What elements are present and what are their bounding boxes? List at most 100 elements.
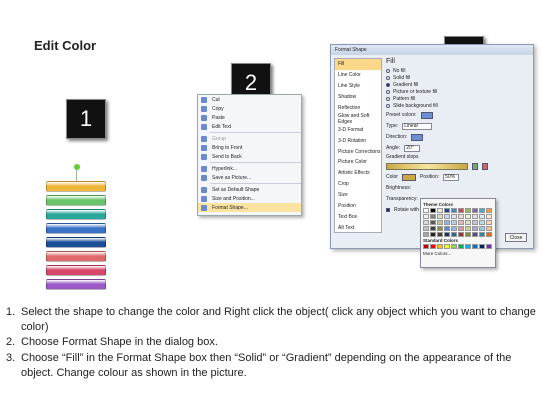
rotation-handle[interactable] <box>74 164 80 170</box>
color-swatch[interactable] <box>458 220 464 225</box>
shape-bar[interactable] <box>46 181 106 192</box>
color-swatch[interactable] <box>423 220 429 225</box>
color-swatch[interactable] <box>430 220 436 225</box>
category-item[interactable]: Line Style <box>335 81 381 92</box>
category-item[interactable]: Reflection <box>335 103 381 114</box>
shape-bar[interactable] <box>46 279 106 290</box>
color-swatch[interactable] <box>423 208 429 213</box>
fill-radio[interactable] <box>386 96 390 101</box>
color-swatch[interactable] <box>430 208 436 213</box>
category-item[interactable]: Picture Color <box>335 157 381 168</box>
gradient-stops-bar[interactable] <box>386 162 468 170</box>
category-item[interactable]: Picture Corrections <box>335 146 381 157</box>
color-swatch[interactable] <box>437 244 443 249</box>
color-swatch[interactable] <box>479 214 485 219</box>
category-item[interactable]: Artistic Effects <box>335 168 381 179</box>
color-swatch[interactable] <box>486 232 492 237</box>
fill-radio[interactable] <box>386 82 390 87</box>
color-swatch[interactable] <box>458 232 464 237</box>
menu-item[interactable]: Set as Default Shape <box>198 185 301 194</box>
shape-stack[interactable] <box>46 181 106 293</box>
color-swatch[interactable] <box>465 214 471 219</box>
color-swatch[interactable] <box>486 220 492 225</box>
color-swatch[interactable] <box>451 214 457 219</box>
color-swatch[interactable] <box>444 220 450 225</box>
menu-item[interactable]: Edit Text <box>198 122 301 131</box>
color-swatch[interactable] <box>430 214 436 219</box>
color-swatch[interactable] <box>423 214 429 219</box>
category-item[interactable]: Crop <box>335 179 381 190</box>
category-item[interactable]: Shadow <box>335 92 381 103</box>
shape-bar[interactable] <box>46 209 106 220</box>
shape-bar[interactable] <box>46 265 106 276</box>
color-swatch[interactable] <box>458 208 464 213</box>
position-input[interactable]: 50% <box>443 173 460 181</box>
color-swatch[interactable] <box>465 244 471 249</box>
menu-item[interactable]: Copy <box>198 104 301 113</box>
color-swatch[interactable] <box>437 214 443 219</box>
menu-item[interactable]: Format Shape... <box>198 203 301 212</box>
color-swatch[interactable] <box>465 220 471 225</box>
color-swatch[interactable] <box>444 232 450 237</box>
menu-item[interactable]: Save as Picture... <box>198 173 301 182</box>
more-colors-link[interactable]: More Colors... <box>423 251 493 256</box>
color-swatch[interactable] <box>479 226 485 231</box>
fill-option[interactable]: Solid fill <box>386 74 531 81</box>
category-item[interactable]: Text Box <box>335 211 381 222</box>
color-swatch[interactable] <box>486 226 492 231</box>
fill-option[interactable]: Slide background fill <box>386 102 531 109</box>
color-swatch[interactable] <box>444 226 450 231</box>
color-swatch[interactable] <box>472 244 478 249</box>
color-swatch[interactable] <box>430 232 436 237</box>
fill-option[interactable]: Gradient fill <box>386 81 531 88</box>
color-swatch[interactable] <box>444 244 450 249</box>
angle-input[interactable]: 20° <box>404 144 421 152</box>
fill-radio[interactable] <box>386 75 390 80</box>
color-swatch[interactable] <box>437 208 443 213</box>
category-item[interactable]: Size <box>335 190 381 201</box>
color-swatch[interactable] <box>472 220 478 225</box>
color-swatch[interactable] <box>423 244 429 249</box>
fill-radio[interactable] <box>386 68 390 73</box>
shape-bar[interactable] <box>46 251 106 262</box>
color-swatch[interactable] <box>451 244 457 249</box>
menu-item[interactable]: Group <box>198 134 301 143</box>
color-swatch[interactable] <box>458 244 464 249</box>
shape-bar[interactable] <box>46 223 106 234</box>
fill-option[interactable]: Pattern fill <box>386 95 531 102</box>
color-swatch[interactable] <box>479 244 485 249</box>
color-swatch[interactable] <box>430 244 436 249</box>
color-swatch[interactable] <box>423 226 429 231</box>
color-swatch[interactable] <box>437 226 443 231</box>
color-swatch[interactable] <box>423 232 429 237</box>
shape-bar[interactable] <box>46 195 106 206</box>
color-swatch[interactable] <box>465 226 471 231</box>
menu-item[interactable]: Hyperlink... <box>198 164 301 173</box>
shape-bar[interactable] <box>46 237 106 248</box>
color-swatch[interactable] <box>451 208 457 213</box>
fill-radio[interactable] <box>386 89 390 94</box>
color-swatch[interactable] <box>437 220 443 225</box>
category-item[interactable]: 3-D Rotation <box>335 135 381 146</box>
fill-radio[interactable] <box>386 103 390 108</box>
color-swatch[interactable] <box>444 214 450 219</box>
fill-option[interactable]: No fill <box>386 67 531 74</box>
color-swatch[interactable] <box>486 244 492 249</box>
category-item[interactable]: Alt Text <box>335 222 381 233</box>
menu-item[interactable]: Cut <box>198 95 301 104</box>
rotate-checkbox[interactable] <box>386 208 390 212</box>
color-swatch[interactable] <box>444 208 450 213</box>
color-swatch[interactable] <box>486 214 492 219</box>
color-swatch[interactable] <box>465 232 471 237</box>
color-swatch[interactable] <box>472 226 478 231</box>
color-swatch[interactable] <box>437 232 443 237</box>
color-swatch[interactable] <box>472 214 478 219</box>
menu-item[interactable]: Bring to Front <box>198 143 301 152</box>
menu-item[interactable]: Paste <box>198 113 301 122</box>
color-swatch[interactable] <box>479 220 485 225</box>
color-swatch[interactable] <box>458 214 464 219</box>
color-swatch[interactable] <box>451 220 457 225</box>
color-swatch[interactable] <box>465 208 471 213</box>
color-swatch[interactable] <box>458 226 464 231</box>
direction-dropdown[interactable] <box>411 133 424 141</box>
